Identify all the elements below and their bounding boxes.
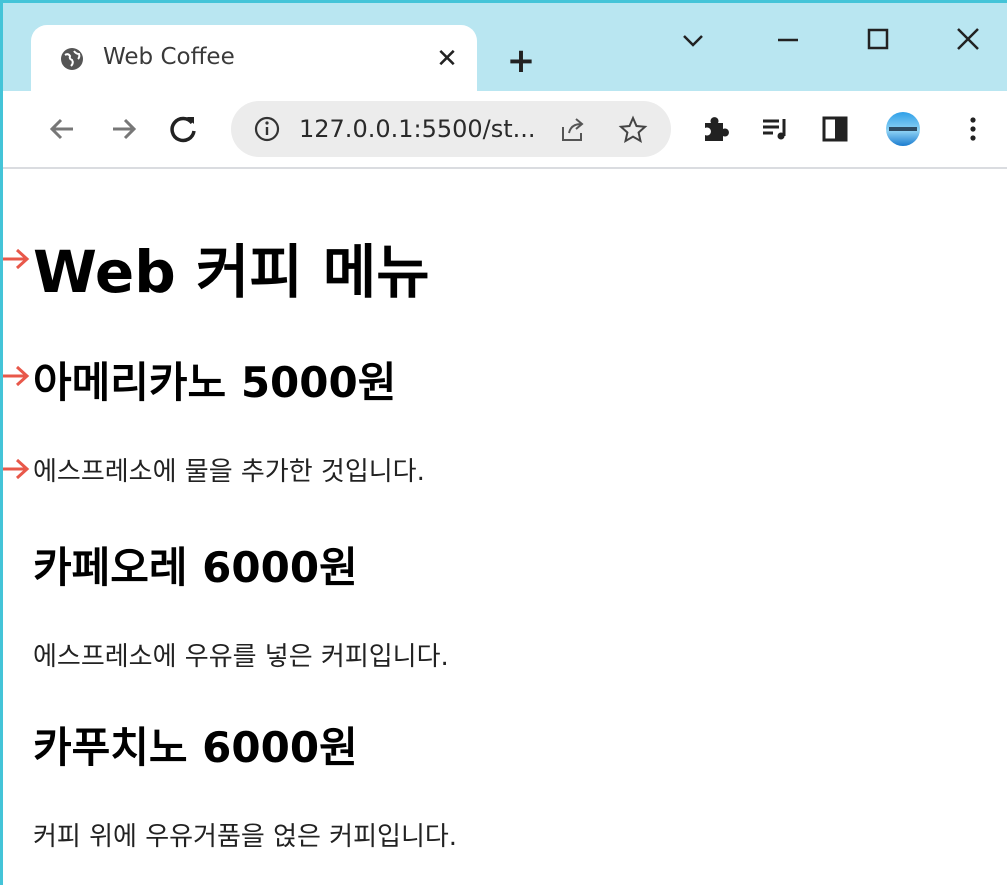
menu-item-description: 에스프레소에 물을 추가한 것입니다.: [33, 457, 425, 487]
menu-item-title: 아메리카노 5000원: [33, 358, 397, 407]
menu-item-description: 에스프레소에 우유를 넣은 커피입니다.: [33, 642, 449, 672]
info-icon[interactable]: [253, 115, 281, 143]
chevron-down-icon[interactable]: [663, 17, 723, 63]
reload-icon[interactable]: [163, 109, 203, 149]
address-bar[interactable]: 127.0.0.1:5500/st...: [231, 101, 671, 157]
back-arrow-icon[interactable]: [43, 109, 83, 149]
tab-close-icon[interactable]: ✕: [431, 43, 463, 75]
annotation-arrow-icon: [3, 365, 30, 387]
reading-list-icon[interactable]: [755, 109, 795, 149]
more-menu-icon[interactable]: [953, 109, 993, 149]
annotation-arrow-icon: [3, 458, 30, 480]
minimize-icon[interactable]: [758, 17, 818, 63]
globe-icon: [61, 48, 83, 70]
maximize-icon[interactable]: [848, 17, 908, 63]
forward-arrow-icon[interactable]: [103, 109, 143, 149]
menu-item-title: 카푸치노 6000원: [33, 723, 358, 772]
side-panel-icon[interactable]: [815, 109, 855, 149]
toolbar: 127.0.0.1:5500/st...: [3, 91, 1007, 169]
new-tab-button[interactable]: +: [501, 41, 541, 81]
annotation-arrow-icon: [3, 248, 30, 270]
close-window-icon[interactable]: [938, 17, 998, 63]
share-icon[interactable]: [557, 115, 587, 145]
title-bar: Web Coffee ✕ +: [3, 3, 1007, 95]
extensions-puzzle-icon[interactable]: [695, 109, 735, 149]
page-title: Web 커피 메뉴: [33, 238, 430, 306]
star-icon[interactable]: [617, 114, 649, 146]
menu-item-title: 카페오레 6000원: [33, 543, 358, 592]
menu-item-description: 커피 위에 우유거품을 얹은 커피입니다.: [33, 822, 458, 852]
browser-tab[interactable]: Web Coffee ✕: [31, 25, 477, 95]
browser-window: Web Coffee ✕ + 127.0.0.1:5500/st... Web …: [0, 0, 1007, 885]
page-content: Web 커피 메뉴 아메리카노 5000원 에스프레소에 물을 추가한 것입니다…: [3, 169, 1007, 885]
tab-title: Web Coffee: [103, 44, 235, 70]
profile-avatar[interactable]: [883, 109, 923, 149]
url-text: 127.0.0.1:5500/st...: [299, 115, 536, 143]
